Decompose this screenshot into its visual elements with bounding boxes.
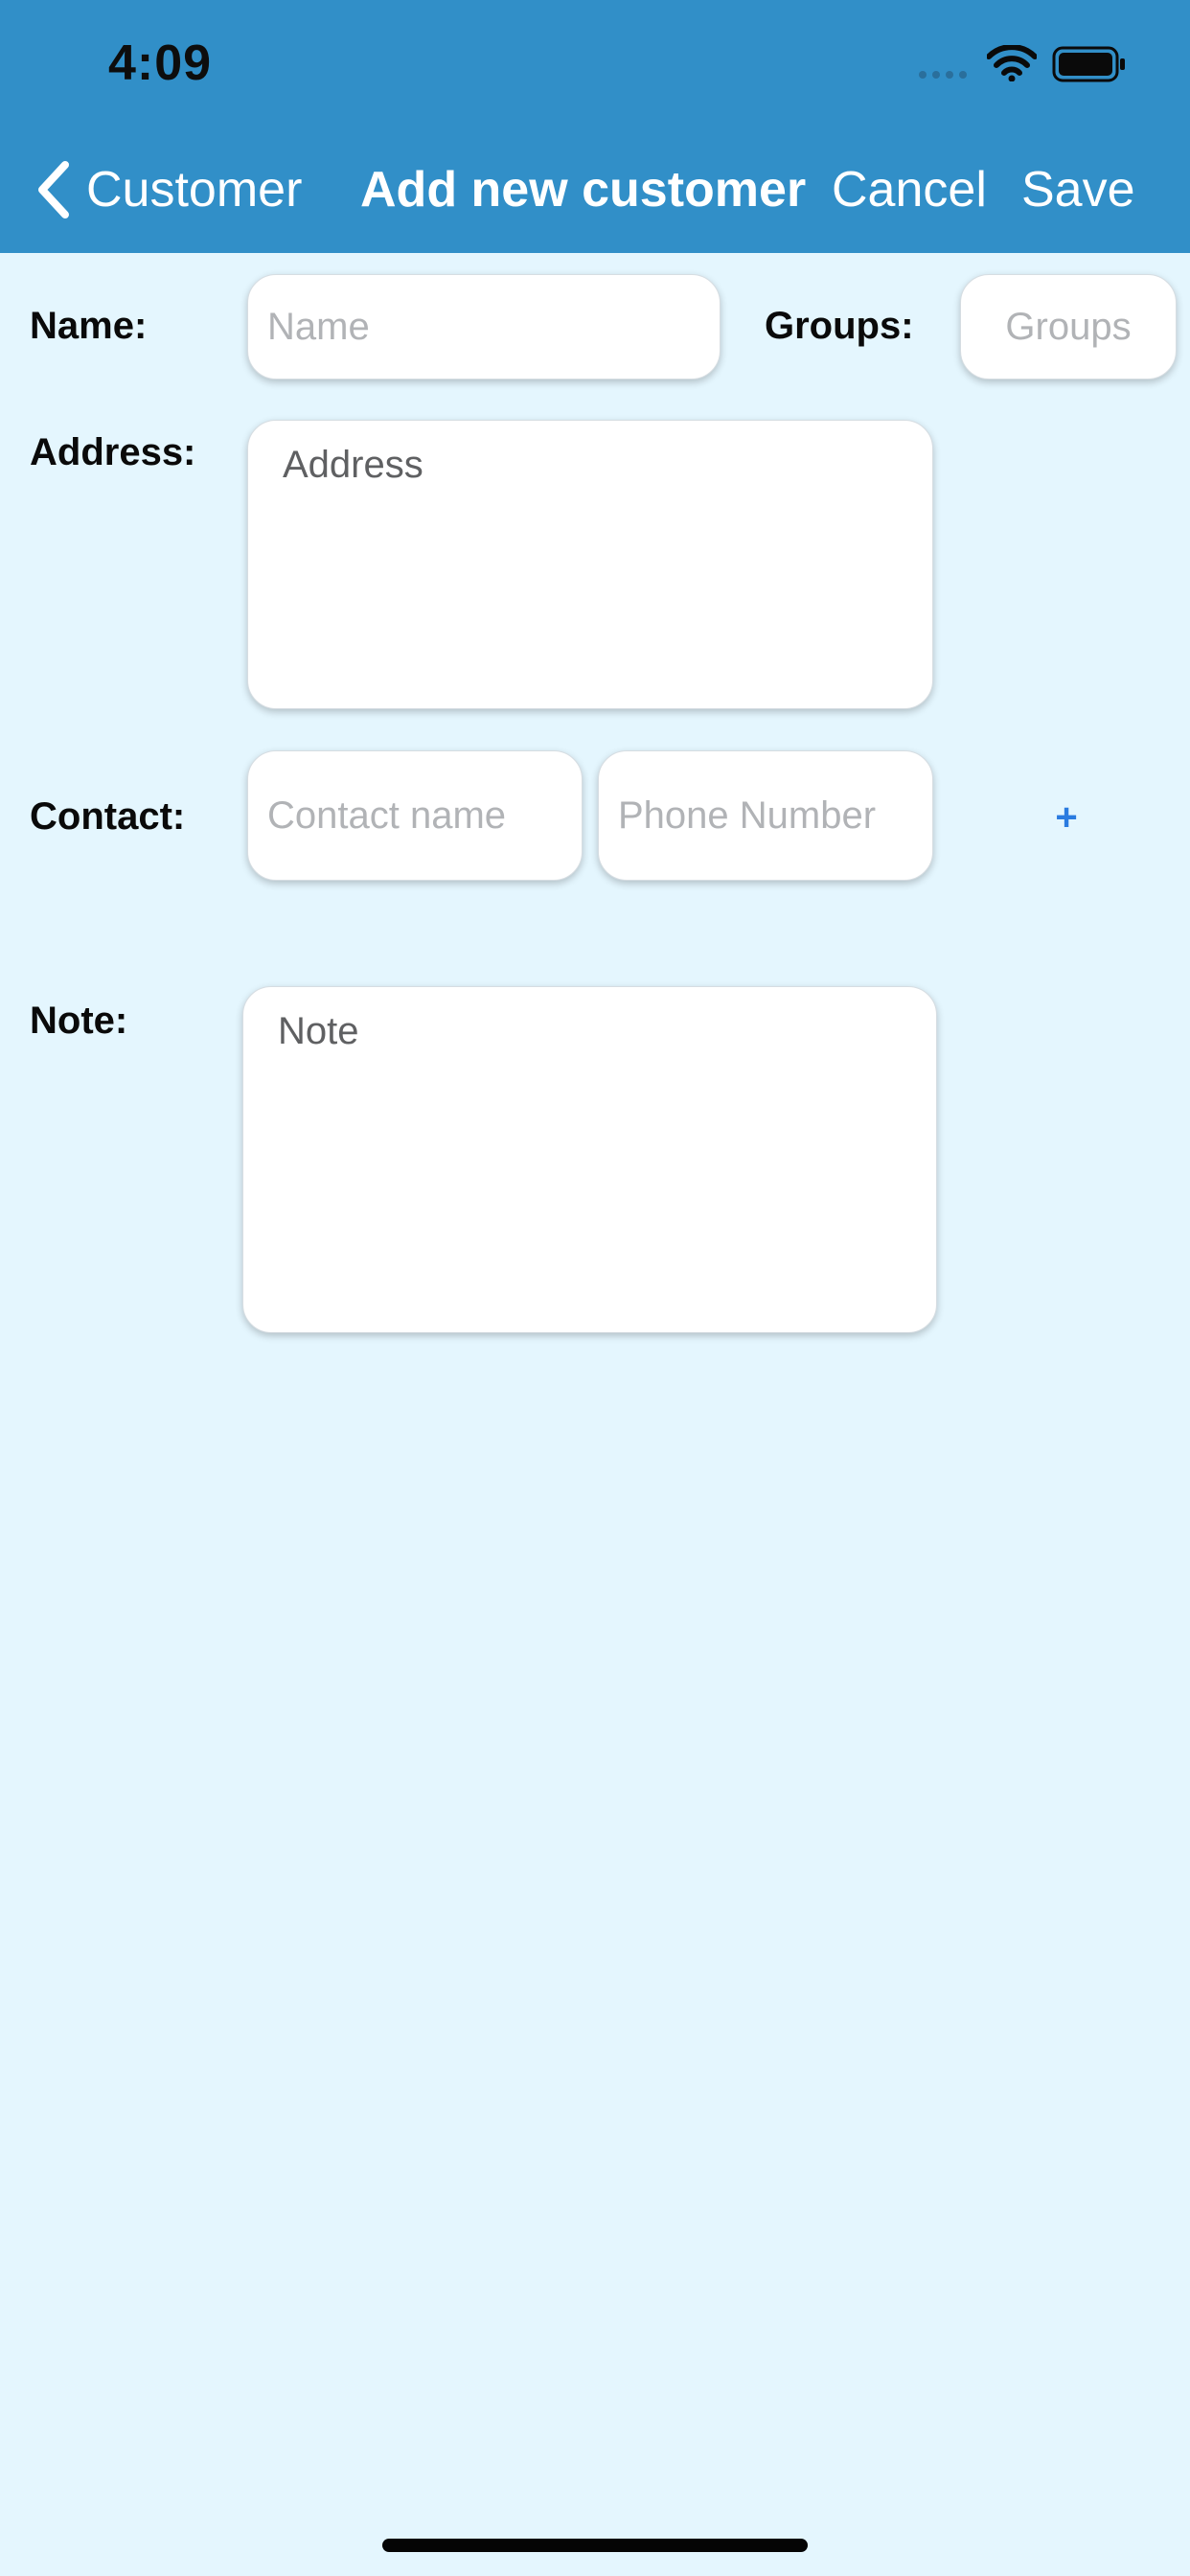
groups-label: Groups:	[765, 305, 914, 347]
battery-icon	[1052, 46, 1125, 82]
save-button[interactable]: Save	[1021, 151, 1135, 228]
note-label: Note:	[30, 1000, 128, 1042]
header: 4:09 Customer Add new customer Cancel Sa…	[0, 0, 1190, 253]
back-button-label: Customer	[86, 162, 303, 218]
address-label: Address:	[30, 431, 196, 473]
name-label: Name:	[30, 305, 148, 347]
name-input[interactable]	[247, 274, 721, 380]
signal-dots-icon	[919, 71, 967, 79]
add-contact-button[interactable]: +	[1050, 794, 1083, 841]
wifi-icon	[987, 45, 1037, 81]
cancel-button[interactable]: Cancel	[832, 151, 987, 228]
page-title: Add new customer	[360, 162, 807, 218]
status-time: 4:09	[108, 35, 213, 91]
chevron-left-icon	[38, 161, 69, 218]
contact-name-input[interactable]	[247, 750, 583, 881]
contact-label: Contact:	[30, 795, 186, 838]
phone-number-input[interactable]	[598, 750, 933, 881]
note-input[interactable]	[242, 986, 937, 1333]
back-button[interactable]: Customer	[34, 151, 302, 228]
groups-input[interactable]	[960, 274, 1177, 380]
address-input[interactable]	[247, 420, 933, 709]
add-customer-screen: 4:09 Customer Add new customer Cancel Sa…	[0, 0, 1190, 2576]
home-indicator[interactable]	[382, 2539, 808, 2552]
